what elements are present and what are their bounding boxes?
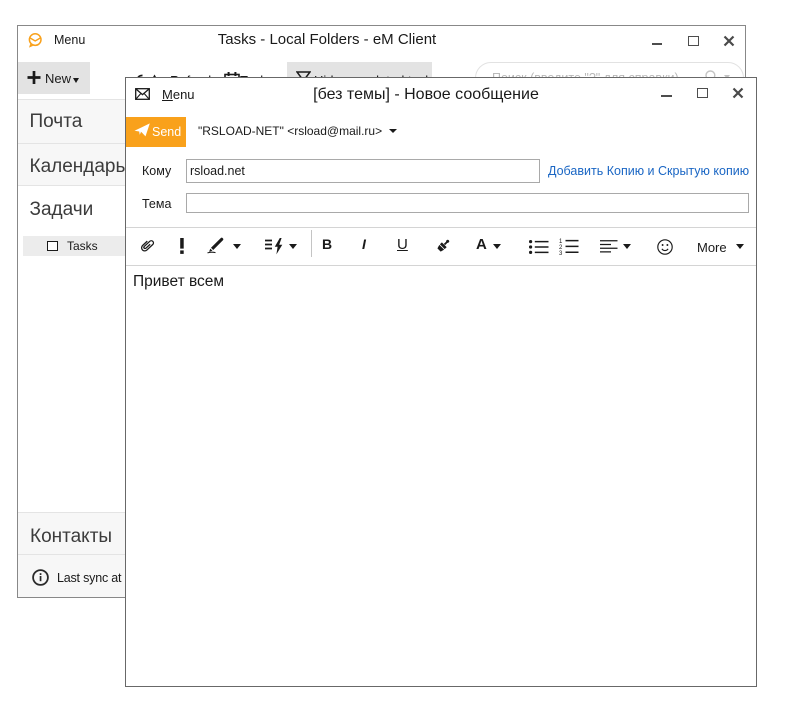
svg-text:3: 3 bbox=[559, 251, 563, 255]
